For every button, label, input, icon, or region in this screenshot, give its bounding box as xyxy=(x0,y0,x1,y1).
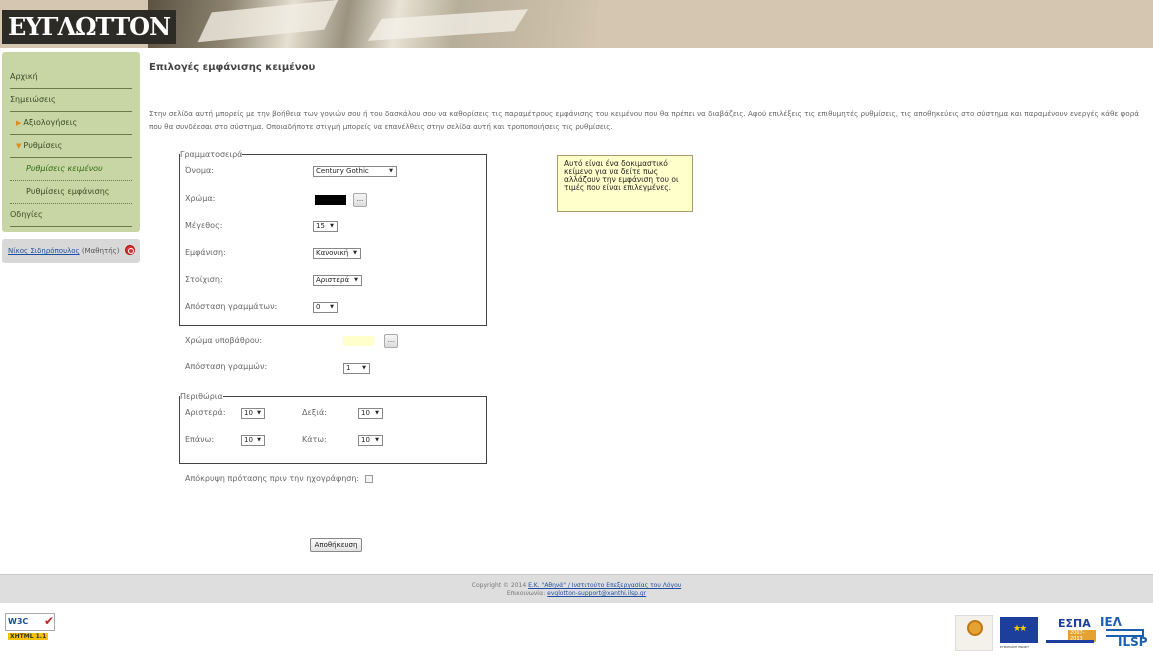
font-color-swatch xyxy=(315,195,346,205)
margin-right-label: Δεξιά: xyxy=(302,408,327,417)
logout-icon[interactable] xyxy=(124,245,135,255)
sidebar-item-settings[interactable]: ▼ Ρυθμίσεις xyxy=(10,135,132,158)
institute-logo xyxy=(955,615,993,651)
sidebar-item-label: Σημειώσεις xyxy=(10,95,56,104)
user-box: Νίκος Σιδηρόπουλος (Μαθητής) xyxy=(2,239,140,263)
w3c-xhtml-badge[interactable]: W3C XHTML 1.1 ✔ xyxy=(5,613,55,640)
font-style-label: Εμφάνιση: xyxy=(185,248,226,257)
bg-color-swatch xyxy=(343,336,374,346)
line-spacing-value: 1 xyxy=(346,364,351,372)
font-size-label: Μέγεθος: xyxy=(185,221,223,230)
sidebar-item-display-settings[interactable]: Ρυθμίσεις εμφάνισης xyxy=(10,181,132,204)
letter-spacing-value: 0 xyxy=(316,303,321,311)
font-style-select[interactable]: Κανονική ▼ xyxy=(313,248,361,259)
margin-bottom-label: Κάτω: xyxy=(302,435,327,444)
sidebar-item-home[interactable]: Αρχική xyxy=(10,66,132,89)
sidebar-item-notes[interactable]: Σημειώσεις xyxy=(10,89,132,112)
header-banner: ΕΥΓΛΩΤΤΟΝ xyxy=(0,0,1153,48)
bg-color-label: Χρώμα υποβάθρου: xyxy=(185,336,263,345)
chevron-down-icon: ▼ xyxy=(257,437,261,443)
font-align-select[interactable]: Αριστερά ▼ xyxy=(313,275,362,286)
espa-logo: ΕΣΠΑ 2007-2013 xyxy=(1046,615,1096,651)
copyright-link[interactable]: Ε.Κ. "Αθηνά" / Ινστιτούτο Επεξεργασίας τ… xyxy=(528,582,681,589)
margin-right-select[interactable]: 10 ▼ xyxy=(358,408,383,419)
espa-text: ΕΣΠΑ xyxy=(1058,617,1091,630)
chevron-down-icon: ▼ xyxy=(362,365,366,371)
chevron-down-icon: ▼ xyxy=(330,304,334,310)
font-name-label: Όνομα: xyxy=(185,166,214,175)
save-button[interactable]: Αποθήκευση xyxy=(310,538,362,552)
chevron-down-icon: ▼ xyxy=(389,168,393,174)
sidebar-item-label: Ρυθμίσεις κειμένου xyxy=(26,164,103,173)
copyright-text: Copyright © 2014 xyxy=(471,582,527,589)
sidebar-nav: Αρχική Σημειώσεις ▶ Αξιολογήσεις ▼ Ρυθμίσε… xyxy=(2,52,140,232)
eu-caption: ΕΥΡΩΠΑΪΚΗ ΕΝΩΣΗ xyxy=(1000,645,1029,649)
line-spacing-select[interactable]: 1 ▼ xyxy=(343,363,370,374)
chevron-down-icon: ▼ xyxy=(353,250,357,256)
margin-top-value: 10 xyxy=(244,436,253,444)
letter-spacing-label: Απόσταση γραμμάτων: xyxy=(185,302,278,311)
bg-color-picker-button[interactable]: ... xyxy=(384,334,398,348)
iel-text: ΙΕΛ xyxy=(1100,615,1122,629)
contact-email-link[interactable]: evglotton-support@xanthi.ilsp.gr xyxy=(547,590,646,597)
contact-label: Επικοινωνία: xyxy=(506,590,546,597)
w3c-text: W3C xyxy=(8,617,29,626)
sidebar-item-evaluations[interactable]: ▶ Αξιολογήσεις xyxy=(10,112,132,135)
margin-top-label: Επάνω: xyxy=(185,435,215,444)
hide-sentence-label: Απόκρυψη πρότασης πριν την ηχογράφηση: xyxy=(185,474,360,483)
margins-legend: Περιθώρια xyxy=(180,392,223,401)
margin-left-value: 10 xyxy=(244,409,253,417)
sidebar-item-label: Ρυθμίσεις xyxy=(23,141,63,150)
header-photo xyxy=(148,0,598,48)
margin-right-value: 10 xyxy=(361,409,370,417)
app-logo[interactable]: ΕΥΓΛΩΤΤΟΝ xyxy=(2,10,177,44)
hide-sentence-checkbox[interactable] xyxy=(365,475,373,483)
margin-left-label: Αριστερά: xyxy=(185,408,226,417)
margin-bottom-value: 10 xyxy=(361,436,370,444)
letter-spacing-select[interactable]: 0 ▼ xyxy=(313,302,338,313)
chevron-down-icon: ▼ xyxy=(354,277,358,283)
chevron-down-icon: ▼ xyxy=(375,437,379,443)
sidebar-item-label: Οδηγίες xyxy=(10,210,43,219)
font-size-value: 15 xyxy=(316,222,325,230)
font-color-picker-button[interactable]: ... xyxy=(353,193,367,207)
ilsp-text: ILSP xyxy=(1118,635,1148,649)
font-size-select[interactable]: 15 ▼ xyxy=(313,221,338,232)
eu-stars-icon: ★★ xyxy=(1013,624,1027,634)
arrow-down-icon: ▼ xyxy=(16,142,22,150)
eu-flag-logo: ★★ ΕΥΡΩΠΑΪΚΗ ΕΝΩΣΗ xyxy=(998,615,1040,651)
font-name-select[interactable]: Century Gothic ▼ xyxy=(313,166,397,177)
sidebar-item-text-settings[interactable]: Ρυθμίσεις κειμένου xyxy=(10,158,132,181)
footer: Copyright © 2014 Ε.Κ. "Αθηνά" / Ινστιτού… xyxy=(0,574,1153,603)
margin-bottom-select[interactable]: 10 ▼ xyxy=(358,435,383,446)
user-name-link[interactable]: Νίκος Σιδηρόπουλος xyxy=(8,247,80,255)
ilsp-logo: ΙΕΛ ILSP xyxy=(1100,615,1148,651)
chevron-down-icon: ▼ xyxy=(330,223,334,229)
font-name-value: Century Gothic xyxy=(316,167,369,175)
sidebar-item-label: Αξιολογήσεις xyxy=(23,118,78,127)
sidebar-item-label: Αρχική xyxy=(10,72,38,81)
arrow-right-icon: ▶ xyxy=(16,119,22,127)
line-spacing-label: Απόσταση γραμμών: xyxy=(185,362,268,371)
sidebar-item-help[interactable]: Οδηγίες xyxy=(10,204,132,227)
intro-text: Στην σελίδα αυτή μπορείς με την βοήθεια … xyxy=(149,109,1139,131)
chevron-down-icon: ▼ xyxy=(375,410,379,416)
sidebar-item-label: Ρυθμίσεις εμφάνισης xyxy=(26,187,110,196)
font-style-value: Κανονική xyxy=(316,249,349,257)
margin-left-select[interactable]: 10 ▼ xyxy=(241,408,265,419)
font-align-label: Στοίχιση: xyxy=(185,275,223,284)
user-role: (Μαθητής) xyxy=(81,247,120,255)
font-color-label: Χρώμα: xyxy=(185,194,216,203)
margin-top-select[interactable]: 10 ▼ xyxy=(241,435,265,446)
chevron-down-icon: ▼ xyxy=(257,410,261,416)
font-legend: Γραμματοσειρά xyxy=(180,150,243,159)
font-align-value: Αριστερά xyxy=(316,276,350,284)
xhtml-text: XHTML 1.1 xyxy=(8,633,49,640)
checkmark-icon: ✔ xyxy=(43,614,54,628)
page-title: Επιλογές εμφάνισης κειμένου xyxy=(149,62,316,73)
margins-fieldset: Περιθώρια xyxy=(179,392,487,464)
text-preview-box: Αυτό είναι ένα δοκιμαστικό κείμενο για ν… xyxy=(557,155,693,212)
